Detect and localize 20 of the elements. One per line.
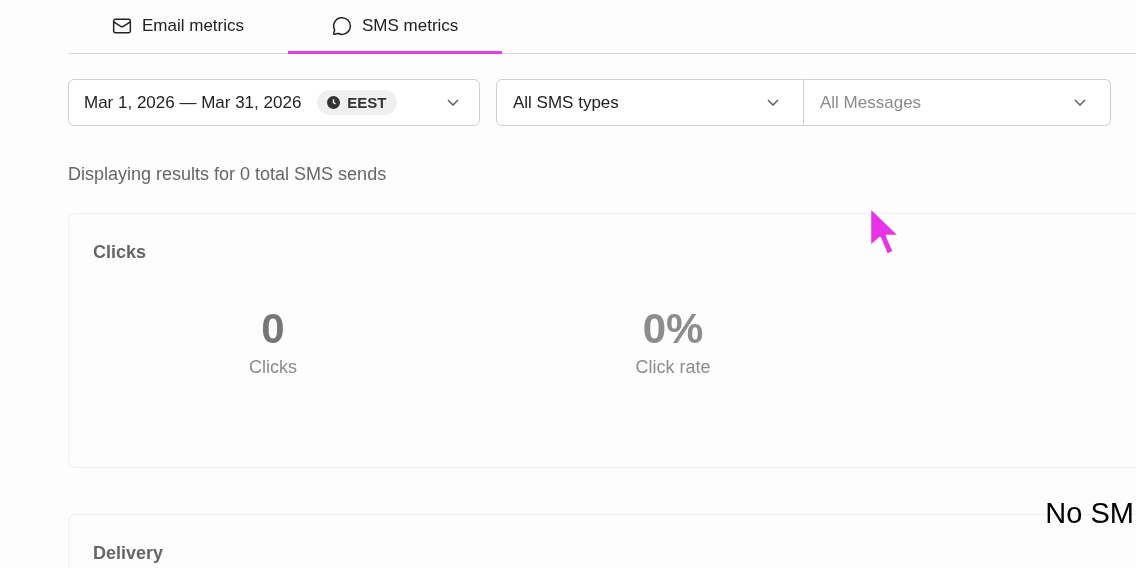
stat-value: 0 [261,305,285,353]
summary-text: Displaying results for 0 total SMS sends [68,164,388,185]
chevron-down-icon [767,99,779,106]
timezone-badge: EEST [317,90,397,115]
stat-label: Clicks [249,357,297,378]
stat-value: 0% [642,305,704,353]
clock-icon [327,96,341,109]
chevron-down-icon [447,99,459,106]
stat-label: Click rate [635,357,711,378]
tab[interactable]: Email metrics [68,0,288,54]
speech-bubble-icon [332,15,352,36]
date-range-text: Mar 1, 2026 — Mar 31, 2026 [84,92,302,113]
tab[interactable]: SMS metrics [288,0,503,54]
chevron-down-icon [1074,99,1086,106]
sms-type-select[interactable]: All SMS types [496,79,804,126]
card-title: Delivery [93,543,165,564]
overlay-text: No SM [1045,497,1134,530]
card-title: Clicks [93,242,148,263]
date-range-picker[interactable]: Mar 1, 2026 — Mar 31, 2026 EEST [68,79,480,126]
message-select[interactable]: All Messages [804,79,1111,126]
